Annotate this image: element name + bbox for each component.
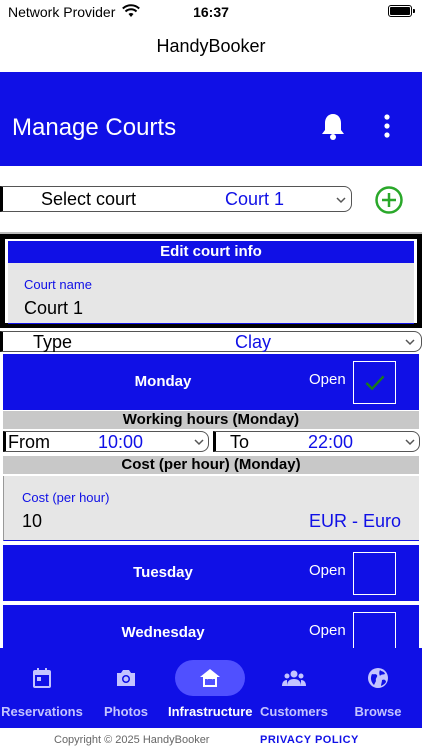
court-select[interactable]: Select court Court 1 [0,186,352,212]
open-checkbox[interactable] [353,361,396,404]
footer: Copyright © 2025 HandyBooker PRIVACY POL… [0,728,422,750]
check-icon [365,375,385,391]
day-name: Tuesday [133,564,193,581]
add-court-icon[interactable] [374,185,404,215]
status-bar: Network Provider 16:37 [0,0,422,26]
type-select[interactable]: Type Clay [0,331,422,352]
day-row-tuesday[interactable]: Tuesday Open [3,545,419,601]
tab-label: Browse [354,704,402,719]
day-name: Monday [134,373,192,390]
court-name-label: Court name [24,277,92,292]
cost-field[interactable]: Cost (per hour) 10 EUR - Euro [3,476,419,541]
clock: 16:37 [193,4,229,20]
more-vertical-icon[interactable] [378,112,396,140]
day-name: Wednesday [121,624,205,641]
chevron-down-icon [405,339,415,346]
cost-label: Cost (per hour) [22,490,110,505]
app-title: HandyBooker [156,36,266,56]
battery-icon [388,5,415,17]
edit-court-panel: Edit court info Court name Court 1 [0,234,422,328]
day-row-monday: Monday Open [3,354,419,410]
bell-icon[interactable] [320,112,346,140]
tab-label: Infrastructure [168,704,253,719]
to-time-select[interactable]: To 22:00 [213,431,420,452]
tab-reservations[interactable]: Reservations [0,648,84,728]
tab-browse[interactable]: Browse [336,648,420,728]
tab-label: Photos [103,704,149,719]
privacy-policy-link[interactable]: PRIVACY POLICY [260,734,359,746]
edit-court-heading: Edit court info [8,241,414,263]
tab-customers[interactable]: Customers [252,648,336,728]
page-title: Manage Courts [12,114,177,141]
court-select-label: Select court [41,189,137,209]
chevron-down-icon [336,197,346,204]
open-label: Open [309,562,346,579]
tab-label: Reservations [1,704,83,719]
from-time-select[interactable]: From 10:00 [3,431,209,452]
court-name-field[interactable]: Court name Court 1 [8,263,414,324]
copyright-text: Copyright © 2025 HandyBooker [54,734,210,746]
type-select-value: Clay [235,332,272,352]
court-select-value: Court 1 [225,189,285,209]
currency-select[interactable]: EUR - Euro [309,511,401,532]
court-name-input[interactable]: Court 1 [24,298,83,319]
from-label: From [8,432,50,452]
tab-infrastructure[interactable]: Infrastructure [168,648,253,728]
working-hours-heading: Working hours (Monday) [3,411,419,429]
cost-input[interactable]: 10 [22,511,42,532]
people-icon [282,670,306,686]
chevron-down-icon [405,439,415,446]
home-icon [200,669,220,687]
camera-icon [117,670,135,686]
open-checkbox[interactable] [353,552,396,595]
type-select-label: Type [33,332,73,352]
open-label: Open [309,371,346,388]
tab-label: Customers [260,704,328,719]
chevron-down-icon [194,439,204,446]
to-value: 22:00 [308,432,354,452]
calendar-icon [33,668,51,688]
page-header: Manage Courts [0,72,422,166]
from-value: 10:00 [98,432,144,452]
bottom-tab-bar: Reservations Photos Infrastructure Custo… [0,648,422,728]
cost-heading: Cost (per hour) (Monday) [3,456,419,474]
tab-photos[interactable]: Photos [84,648,168,728]
to-label: To [230,432,250,452]
open-label: Open [309,622,346,639]
globe-icon [368,668,388,688]
